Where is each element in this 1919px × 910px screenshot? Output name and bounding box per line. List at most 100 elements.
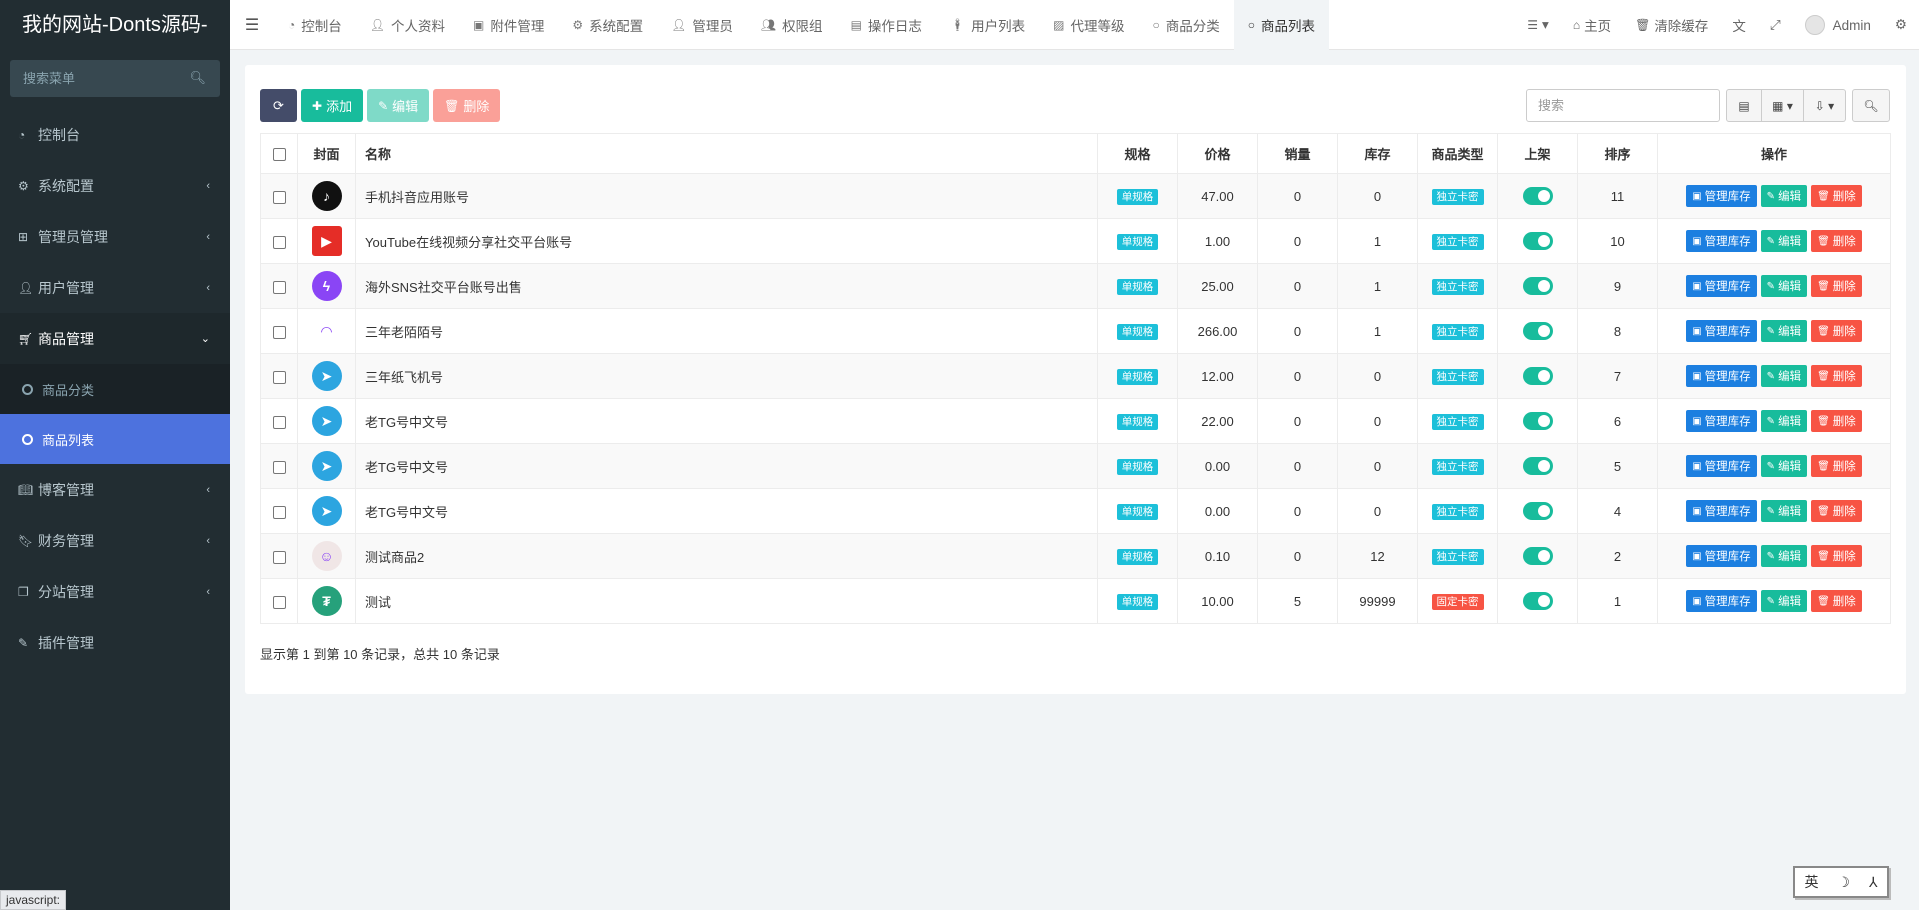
row-checkbox[interactable] — [272, 280, 286, 294]
telegram-logo[interactable]: ➤ — [311, 496, 342, 526]
row-delete-button[interactable]: 🗑︎ 删除 — [1811, 185, 1862, 207]
row-delete-button[interactable]: 🗑︎ 删除 — [1811, 545, 1862, 567]
manage-stock-button[interactable]: ▣ 管理库存 — [1686, 455, 1757, 477]
momo-logo[interactable]: ◠ — [311, 316, 342, 346]
row-delete-button[interactable]: 🗑︎ 删除 — [1811, 455, 1862, 477]
refresh-button[interactable]: ⟳ — [260, 89, 297, 122]
tab-4[interactable]: 👤︎ 管理员 — [657, 0, 747, 50]
row-edit-button[interactable]: ✎ 编辑 — [1760, 455, 1808, 477]
row-delete-button[interactable]: 🗑︎ 删除 — [1811, 500, 1862, 522]
status-toggle[interactable] — [1522, 457, 1553, 475]
tab-8[interactable]: ▨ 代理等级 — [1039, 0, 1138, 50]
manage-stock-button[interactable]: ▣ 管理库存 — [1686, 365, 1757, 387]
status-toggle[interactable] — [1522, 232, 1553, 250]
menu-toggle-icon[interactable]: ☰ — [230, 15, 274, 35]
tab-9[interactable]: ○ 商品分类 — [1138, 0, 1233, 50]
tether-logo[interactable]: ₮ — [311, 586, 342, 616]
user-menu[interactable]: Admin — [1793, 15, 1883, 35]
row-delete-button[interactable]: 🗑︎ 删除 — [1811, 275, 1862, 297]
manage-stock-button[interactable]: ▣ 管理库存 — [1686, 500, 1757, 522]
manage-stock-button[interactable]: ▣ 管理库存 — [1686, 275, 1757, 297]
status-toggle[interactable] — [1522, 277, 1553, 295]
search-icon[interactable]: 🔍︎ — [189, 70, 206, 86]
row-edit-button[interactable]: ✎ 编辑 — [1760, 275, 1808, 297]
fullscreen-icon[interactable]: ⤢ — [1758, 17, 1793, 33]
edit-button[interactable]: ✎ 编辑 — [367, 89, 430, 122]
sidebar-item-b0[interactable]: 📖︎ 博客管理 ‹ — [0, 464, 230, 515]
manage-stock-button[interactable]: ▣ 管理库存 — [1686, 320, 1757, 342]
sidebar-subitem-1[interactable]: 商品列表 — [0, 414, 230, 464]
row-edit-button[interactable]: ✎ 编辑 — [1760, 365, 1808, 387]
row-delete-button[interactable]: 🗑︎ 删除 — [1811, 365, 1862, 387]
row-delete-button[interactable]: 🗑︎ 删除 — [1811, 410, 1862, 432]
clear-cache-button[interactable]: 🗑︎ 清除缓存 — [1623, 15, 1720, 35]
row-edit-button[interactable]: ✎ 编辑 — [1760, 410, 1808, 432]
toggle-view-button[interactable]: ▤ — [1726, 89, 1762, 122]
manage-stock-button[interactable]: ▣ 管理库存 — [1686, 410, 1757, 432]
settings-icon[interactable]: ⚙ — [1883, 17, 1919, 33]
language-icon[interactable]: 文 — [1720, 15, 1758, 35]
tab-3[interactable]: ⚙ 系统配置 — [558, 0, 657, 50]
tab-6[interactable]: ▤ 操作日志 — [837, 0, 936, 50]
tab-7[interactable]: 🕴︎ 用户列表 — [936, 0, 1039, 50]
row-edit-button[interactable]: ✎ 编辑 — [1760, 500, 1808, 522]
status-toggle[interactable] — [1522, 547, 1553, 565]
table-search-input[interactable] — [1526, 89, 1720, 122]
row-checkbox[interactable] — [272, 550, 286, 564]
manage-stock-button[interactable]: ▣ 管理库存 — [1686, 545, 1757, 567]
status-toggle[interactable] — [1522, 367, 1553, 385]
sidebar-subitem-0[interactable]: 商品分类 — [0, 364, 230, 414]
advanced-search-button[interactable]: 🔍︎ — [1852, 89, 1890, 122]
columns-button[interactable]: ▦ ▾ — [1762, 89, 1804, 122]
sidebar-item-0[interactable]: ◔ 控制台 — [0, 109, 230, 160]
row-edit-button[interactable]: ✎ 编辑 — [1760, 545, 1808, 567]
tab-0[interactable]: ◔ 控制台 — [274, 0, 356, 50]
status-toggle[interactable] — [1522, 592, 1553, 610]
telegram-logo[interactable]: ➤ — [311, 451, 342, 481]
telegram-logo[interactable]: ➤ — [311, 406, 342, 436]
status-toggle[interactable] — [1522, 412, 1553, 430]
tab-2[interactable]: ▣ 附件管理 — [459, 0, 558, 50]
anime-avatar[interactable]: ☺ — [311, 541, 342, 571]
ime-toolbar[interactable]: 英 ☽ ⅄ — [1793, 866, 1889, 898]
manage-stock-button[interactable]: ▣ 管理库存 — [1686, 230, 1757, 252]
row-delete-button[interactable]: 🗑︎ 删除 — [1811, 320, 1862, 342]
manage-stock-button[interactable]: ▣ 管理库存 — [1686, 185, 1757, 207]
sidebar-item-2[interactable]: ⊞ 管理员管理 ‹ — [0, 211, 230, 262]
row-delete-button[interactable]: 🗑︎ 删除 — [1811, 230, 1862, 252]
add-button[interactable]: ✚ 添加 — [301, 89, 364, 122]
tab-10[interactable]: ○ 商品列表 — [1233, 0, 1329, 50]
row-edit-button[interactable]: ✎ 编辑 — [1760, 230, 1808, 252]
row-checkbox[interactable] — [272, 460, 286, 474]
delete-button[interactable]: 🗑︎ 删除 — [433, 89, 501, 122]
dropdown-menu-button[interactable]: ☰ ▾ — [1515, 17, 1561, 33]
row-checkbox[interactable] — [272, 415, 286, 429]
tab-5[interactable]: 👥︎ 权限组 — [747, 0, 837, 50]
sidebar-item-b1[interactable]: 🔖︎ 财务管理 ‹ — [0, 515, 230, 566]
row-edit-button[interactable]: ✎ 编辑 — [1760, 590, 1808, 612]
select-all-checkbox[interactable] — [272, 148, 286, 162]
sidebar-item-1[interactable]: ⚙ 系统配置 ‹ — [0, 160, 230, 211]
sidebar-item-4[interactable]: 🛒︎ 商品管理 ⌄ — [0, 313, 230, 364]
row-checkbox[interactable] — [272, 505, 286, 519]
manage-stock-button[interactable]: ▣ 管理库存 — [1686, 590, 1757, 612]
row-checkbox[interactable] — [272, 190, 286, 204]
home-link[interactable]: ⌂ 主页 — [1561, 15, 1623, 35]
row-delete-button[interactable]: 🗑︎ 删除 — [1811, 590, 1862, 612]
status-toggle[interactable] — [1522, 322, 1553, 340]
messenger-logo[interactable]: ϟ — [311, 271, 342, 301]
status-toggle[interactable] — [1522, 187, 1553, 205]
row-checkbox[interactable] — [272, 235, 286, 249]
sidebar-item-3[interactable]: 👤︎ 用户管理 ‹ — [0, 262, 230, 313]
sidebar-item-plugins[interactable]: ✎ 插件管理 — [0, 617, 230, 668]
export-button[interactable]: ⇩ ▾ — [1804, 89, 1846, 122]
telegram-logo[interactable]: ➤ — [311, 361, 342, 391]
row-checkbox[interactable] — [272, 370, 286, 384]
status-toggle[interactable] — [1522, 502, 1553, 520]
row-edit-button[interactable]: ✎ 编辑 — [1760, 185, 1808, 207]
row-checkbox[interactable] — [272, 325, 286, 339]
row-checkbox[interactable] — [272, 595, 286, 609]
sidebar-item-b2[interactable]: ❐ 分站管理 ‹ — [0, 566, 230, 617]
youtube-logo[interactable]: ▶ — [311, 226, 342, 256]
row-edit-button[interactable]: ✎ 编辑 — [1760, 320, 1808, 342]
